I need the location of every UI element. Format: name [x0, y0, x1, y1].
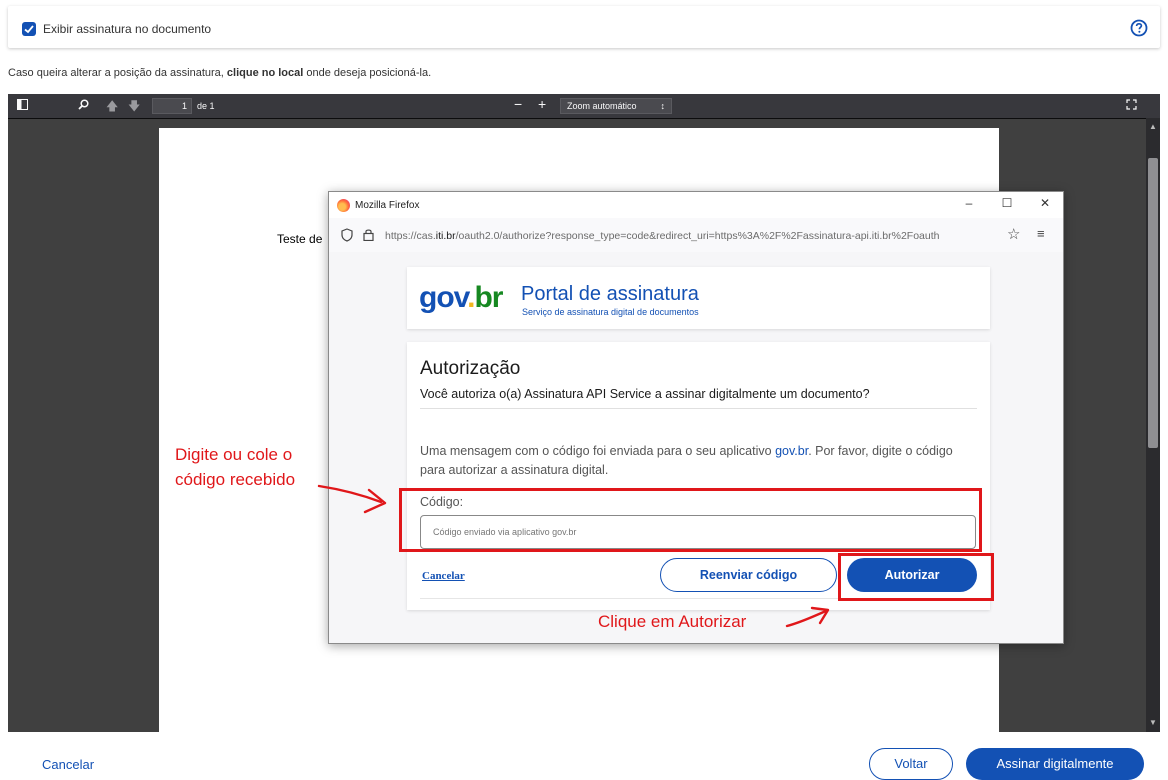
lock-icon[interactable]: [363, 228, 374, 241]
cancel-button[interactable]: Cancelar: [42, 757, 94, 772]
search-icon[interactable]: [78, 99, 89, 113]
divider: [420, 408, 977, 409]
arrow-right-icon: [317, 484, 387, 514]
select-arrows-icon: ↕: [660, 101, 666, 111]
window-titlebar: Mozilla Firefox – ☐ ✕: [329, 192, 1063, 218]
previous-page-icon[interactable]: 🡅: [106, 99, 118, 113]
scroll-down-icon[interactable]: ▼: [1148, 718, 1158, 728]
vertical-scrollbar[interactable]: ▲ ▼: [1146, 118, 1160, 732]
zoom-out-icon[interactable]: −: [514, 97, 522, 111]
authorize-button-highlight: [838, 553, 994, 601]
popup-cancel-link[interactable]: Cancelar: [422, 570, 465, 582]
pdf-page-text: Teste de: [277, 232, 323, 246]
portal-title: Portal de assinatura: [521, 283, 699, 305]
minimize-icon[interactable]: –: [959, 196, 979, 210]
code-hint-annotation: Digite ou cole o código recebido: [175, 445, 296, 489]
display-signature-checkbox[interactable]: [22, 22, 36, 36]
sidebar-toggle-icon[interactable]: [17, 99, 28, 113]
zoom-in-icon[interactable]: +: [538, 97, 546, 111]
checkmark-icon: [24, 25, 34, 34]
govbr-link[interactable]: gov.br: [775, 444, 808, 458]
shield-icon[interactable]: [341, 228, 353, 242]
code-field-highlight: [399, 488, 982, 552]
presentation-mode-icon[interactable]: [1126, 99, 1137, 115]
scroll-up-icon[interactable]: ▲: [1148, 122, 1158, 132]
close-icon[interactable]: ✕: [1035, 196, 1055, 210]
resend-code-button[interactable]: Reenviar código: [660, 558, 837, 592]
address-bar[interactable]: https://cas.iti.br/oauth2.0/authorize?re…: [329, 218, 1063, 253]
scrollbar-thumb[interactable]: [1148, 158, 1158, 448]
page-number-input[interactable]: 1: [152, 98, 192, 114]
govbr-logo: gov.br: [419, 281, 503, 314]
sign-digitally-button[interactable]: Assinar digitalmente: [966, 748, 1144, 780]
menu-icon[interactable]: ≡: [1037, 226, 1045, 241]
portal-subtitle: Serviço de assinatura digital de documen…: [522, 307, 699, 317]
zoom-select[interactable]: Zoom automático ↕: [560, 98, 672, 114]
arrow-up-right-icon: [785, 606, 830, 628]
window-title: Mozilla Firefox: [355, 200, 420, 211]
authorization-title: Autorização: [420, 358, 521, 379]
portal-header-card: gov.br Portal de assinatura Serviço de a…: [407, 267, 990, 329]
display-signature-label[interactable]: Exibir assinatura no documento: [43, 22, 211, 36]
url-text[interactable]: https://cas.iti.br/oauth2.0/authorize?re…: [385, 230, 1005, 242]
help-icon[interactable]: [1130, 19, 1148, 37]
zoom-select-value: Zoom automático: [567, 101, 637, 111]
maximize-icon[interactable]: ☐: [997, 196, 1017, 210]
instruction-text: Caso queira alterar a posição da assinat…: [8, 67, 432, 79]
back-button[interactable]: Voltar: [869, 748, 953, 780]
authorization-question: Você autoriza o(a) Assinatura API Servic…: [420, 387, 870, 401]
code-sent-message: Uma mensagem com o código foi enviada pa…: [420, 444, 953, 477]
page-count: de 1: [197, 101, 215, 111]
display-signature-card: Exibir assinatura no documento: [8, 6, 1160, 48]
firefox-logo-icon: [337, 199, 350, 212]
pdf-toolbar: 🡅 🡇 1 de 1 − + Zoom automático ↕: [8, 94, 1160, 119]
authorize-hint-annotation: Clique em Autorizar: [598, 612, 747, 631]
bookmark-star-icon[interactable]: ☆: [1007, 225, 1020, 243]
next-page-icon[interactable]: 🡇: [128, 99, 140, 113]
